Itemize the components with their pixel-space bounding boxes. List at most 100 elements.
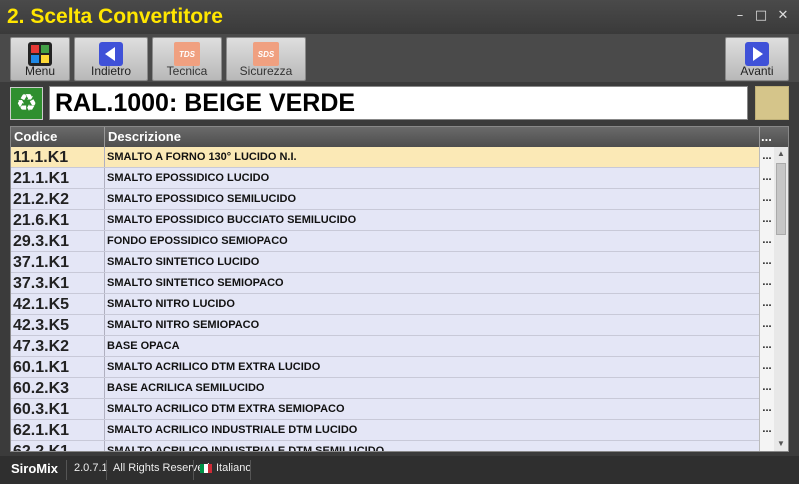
column-header-more[interactable]: ... (761, 129, 772, 144)
cell-code: 11.1.K1 (13, 149, 69, 166)
cell-description: SMALTO NITRO SEMIOPACO (107, 319, 260, 331)
close-button[interactable]: ✕ (773, 8, 793, 24)
table-row[interactable]: 37.3.K1 SMALTO SINTETICO SEMIOPACO (11, 273, 760, 294)
cell-divider (104, 336, 105, 356)
row-more-button[interactable]: ... (760, 171, 774, 183)
status-divider (66, 460, 67, 480)
flag-stripe (208, 464, 212, 473)
row-more-button[interactable]: ... (760, 255, 774, 267)
row-more-button[interactable]: ... (760, 423, 774, 435)
sds-document-icon: SDS (253, 42, 279, 66)
cell-code: 37.1.K1 (13, 254, 70, 271)
table-row[interactable]: 60.3.K1 SMALTO ACRILICO DTM EXTRA SEMIOPA… (11, 399, 760, 420)
table-row[interactable]: 29.3.K1 FONDO EPOSSIDICO SEMIOPACO (11, 231, 760, 252)
version-text: 2.0.7.1 (74, 462, 108, 474)
recycle-icon[interactable]: ♻ (10, 87, 43, 120)
tds-label: Tecnica (166, 64, 208, 78)
cell-description: SMALTO EPOSSIDICO SEMILUCIDO (107, 193, 297, 205)
table-row[interactable]: 60.2.K3 BASE ACRILICA SEMILUCIDO (11, 378, 760, 399)
cell-divider (104, 189, 105, 209)
row-more-button[interactable]: ... (760, 381, 774, 393)
app-name: SiroMix (11, 461, 58, 476)
cell-description: SMALTO SINTETICO SEMIOPACO (107, 277, 284, 289)
row-more-button[interactable]: ... (760, 213, 774, 225)
language-text[interactable]: Italiano (216, 462, 251, 474)
cell-code: 42.1.K5 (13, 296, 70, 313)
table-row[interactable]: 11.1.K1 SMALTO A FORNO 130° LUCIDO N.I. (11, 147, 760, 168)
sds-button[interactable]: SDS Sicurezza (226, 37, 306, 81)
rights-text: All Rights Reserved (113, 462, 210, 474)
cell-divider (104, 168, 105, 188)
table-row[interactable]: 62.2.K1 SMALTO ACRILICO INDUSTRIALE DTM S… (11, 441, 760, 452)
column-header-code[interactable]: Codice (14, 129, 57, 144)
row-more-button[interactable]: ... (760, 402, 774, 414)
next-button[interactable]: Avanti (725, 37, 789, 81)
table-row[interactable]: 42.3.K5 SMALTO NITRO SEMIOPACO (11, 315, 760, 336)
cell-description: SMALTO ACRILICO DTM EXTRA SEMIOPACO (107, 403, 345, 415)
cell-code: 29.3.K1 (13, 233, 70, 250)
cell-code: 47.3.K2 (13, 338, 70, 355)
next-label: Avanti (740, 64, 774, 78)
row-more-button[interactable]: ... (760, 318, 774, 330)
tds-button[interactable]: TDS Tecnica (152, 37, 222, 81)
grid-four-colors-icon (28, 42, 52, 66)
cell-divider (104, 294, 105, 314)
cell-description: SMALTO ACRILICO DTM EXTRA LUCIDO (107, 361, 321, 373)
arrow-right-icon (745, 42, 769, 66)
column-header-description[interactable]: Descrizione (108, 129, 181, 144)
table-row[interactable]: 60.1.K1 SMALTO ACRILICO DTM EXTRA LUCIDO (11, 357, 760, 378)
minimize-button[interactable]: – (730, 8, 750, 24)
sds-label: Sicurezza (239, 64, 293, 78)
cell-description: BASE ACRILICA SEMILUCIDO (107, 382, 265, 394)
row-more-button[interactable]: ... (760, 339, 774, 351)
tds-icon-text: TDS (179, 50, 196, 59)
cell-code: 60.2.K3 (13, 380, 70, 397)
vertical-scrollbar[interactable]: ▲ ▼ (774, 147, 788, 451)
row-more-button[interactable]: ... (760, 192, 774, 204)
cell-code: 62.2.K1 (13, 443, 70, 452)
grid-rows: 11.1.K1 SMALTO A FORNO 130° LUCIDO N.I. 21… (11, 147, 760, 452)
cell-description: BASE OPACA (107, 340, 180, 352)
table-row[interactable]: 21.2.K2 SMALTO EPOSSIDICO SEMILUCIDO (11, 189, 760, 210)
menu-label: Menu (24, 64, 56, 78)
table-row[interactable]: 21.1.K1 SMALTO EPOSSIDICO LUCIDO (11, 168, 760, 189)
cell-divider (104, 210, 105, 230)
table-row[interactable]: 62.1.K1 SMALTO ACRILICO INDUSTRIALE DTM L… (11, 420, 760, 441)
maximize-button[interactable]: □ (751, 8, 771, 24)
status-divider (106, 460, 107, 480)
row-more-button[interactable]: ... (760, 276, 774, 288)
table-row[interactable]: 42.1.K5 SMALTO NITRO LUCIDO (11, 294, 760, 315)
cell-code: 21.2.K2 (13, 191, 70, 208)
cell-code: 42.3.K5 (13, 317, 70, 334)
converter-grid: Codice Descrizione ... 11.1.K1 SMALTO A F… (10, 126, 789, 452)
scroll-down-icon[interactable]: ▼ (774, 437, 788, 451)
table-row[interactable]: 37.1.K1 SMALTO SINTETICO LUCIDO (11, 252, 760, 273)
color-code-display: RAL.1000: BEIGE VERDE (49, 86, 748, 120)
cell-description: SMALTO A FORNO 130° LUCIDO N.I. (107, 151, 297, 163)
cell-description: SMALTO NITRO LUCIDO (107, 298, 235, 310)
table-row[interactable]: 47.3.K2 BASE OPACA (11, 336, 760, 357)
status-divider (250, 460, 251, 480)
scrollbar-thumb[interactable] (776, 163, 786, 235)
menu-button[interactable]: Menu (10, 37, 70, 81)
row-more-button[interactable]: ... (760, 150, 774, 162)
grid-header: Codice Descrizione ... (11, 127, 788, 147)
status-divider (193, 460, 194, 480)
status-bar: SiroMix 2.0.7.1 All Rights Reserved Ital… (0, 456, 799, 484)
cell-code: 60.3.K1 (13, 401, 70, 418)
table-row[interactable]: 21.6.K1 SMALTO EPOSSIDICO BUCCIATO SEMILU… (11, 210, 760, 231)
cell-description: SMALTO SINTETICO LUCIDO (107, 256, 260, 268)
back-button[interactable]: Indietro (74, 37, 148, 81)
scroll-up-icon[interactable]: ▲ (774, 147, 788, 161)
tds-document-icon: TDS (174, 42, 200, 66)
row-more-button[interactable]: ... (760, 444, 774, 451)
row-more-button[interactable]: ... (760, 297, 774, 309)
cell-divider (104, 315, 105, 335)
header-divider (104, 127, 105, 147)
more-column: ........................................… (759, 147, 775, 451)
italian-flag-icon (200, 464, 212, 473)
row-more-button[interactable]: ... (760, 234, 774, 246)
cell-description: FONDO EPOSSIDICO SEMIOPACO (107, 235, 288, 247)
row-more-button[interactable]: ... (760, 360, 774, 372)
cell-code: 21.1.K1 (13, 170, 70, 187)
